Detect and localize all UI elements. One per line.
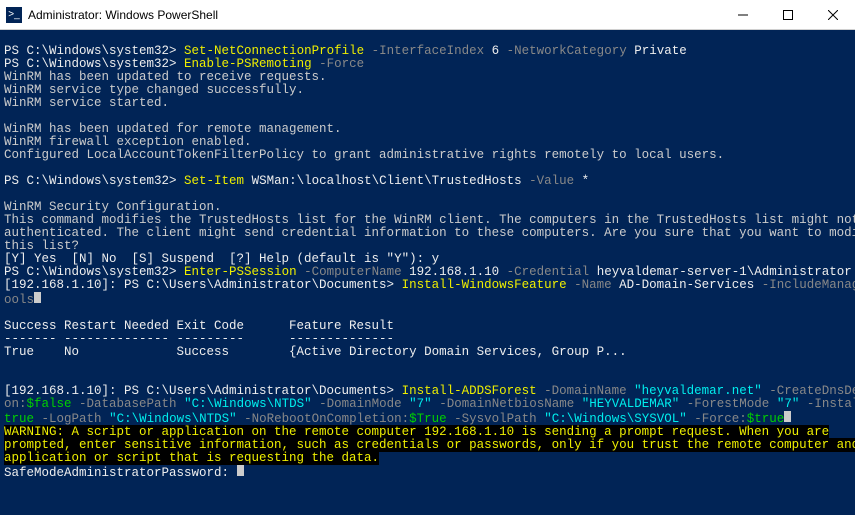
remote-prompt: [192.168.1.10]: PS C:\Users\Administrato… — [4, 278, 394, 292]
value: "C:\Windows\SYSVOL" — [544, 412, 687, 426]
output-line: Configured LocalAccountTokenFilterPolicy… — [4, 148, 724, 162]
table-row: True No Success {Active Directory Domain… — [4, 345, 627, 359]
output-line: WinRM service type changed successfully. — [4, 83, 304, 97]
output-line: authenticated. The client might send cre… — [4, 226, 855, 240]
param: -DatabasePath — [79, 397, 177, 411]
value: "7" — [409, 397, 432, 411]
param: -NoRebootOnCompletion: — [244, 412, 409, 426]
value: "HEYVALDEMAR" — [582, 397, 680, 411]
cursor-icon — [237, 465, 244, 476]
remote-prompt: [192.168.1.10]: PS C:\Users\Administrato… — [4, 384, 394, 398]
output-line: This command modifies the TrustedHosts l… — [4, 213, 855, 227]
output-line: this list? — [4, 239, 79, 253]
output-line: WinRM service started. — [4, 96, 169, 110]
table-header: Success Restart Needed Exit Code Feature… — [4, 319, 394, 333]
cmdlet: Install-WindowsFeature — [402, 278, 567, 292]
output-line: WinRM Security Configuration. — [4, 200, 222, 214]
value: "heyvaldemar.net" — [634, 384, 762, 398]
prompt: PS C:\Windows\system32> — [4, 44, 177, 58]
param: -Value — [529, 174, 574, 188]
param: -InterfaceIndex — [372, 44, 485, 58]
param: -InstallDns: — [807, 397, 855, 411]
value: $false — [27, 397, 72, 411]
value: $true — [747, 412, 785, 426]
value: heyvaldemar-server-1\Administrator — [597, 265, 852, 279]
minimize-button[interactable] — [720, 0, 765, 29]
value: * — [582, 174, 590, 188]
value: 192.168.1.10 — [409, 265, 499, 279]
value: "C:\Windows\NTDS" — [109, 412, 237, 426]
output-line: [Y] Yes [N] No [S] Suspend [?] Help (def… — [4, 252, 439, 266]
param: -CreateDnsDelegati — [769, 384, 855, 398]
cursor-icon — [784, 411, 791, 422]
value: 6 — [492, 44, 500, 58]
param: -Name — [574, 278, 612, 292]
param: -DomainName — [544, 384, 627, 398]
param: -Force: — [694, 412, 747, 426]
value: AD-Domain-Services — [619, 278, 754, 292]
value: $True — [409, 412, 447, 426]
warning-line: prompted, enter sensitive information, s… — [4, 438, 855, 452]
window-title: Administrator: Windows PowerShell — [28, 8, 720, 22]
param: -IncludeManagementT — [762, 278, 855, 292]
cursor-icon — [34, 292, 41, 303]
value-wrap: true — [4, 412, 34, 426]
param-wrap: on: — [4, 397, 27, 411]
value: WSMan:\localhost\Client\TrustedHosts — [252, 174, 522, 188]
table-separator: ------- -------------- --------- -------… — [4, 332, 394, 346]
param: -Credential — [507, 265, 590, 279]
param: -SysvolPath — [454, 412, 537, 426]
param: -DomainNetbiosName — [439, 397, 574, 411]
param: -Force — [319, 57, 364, 71]
titlebar: >_ Administrator: Windows PowerShell — [0, 0, 855, 30]
prompt: PS C:\Windows\system32> — [4, 265, 177, 279]
close-button[interactable] — [810, 0, 855, 29]
warning-line: application or script that is requesting… — [4, 451, 379, 465]
output-line: WinRM has been updated for remote manage… — [4, 122, 342, 136]
value: "7" — [777, 397, 800, 411]
warning-line: WARNING: A script or application on the … — [4, 425, 829, 439]
param: -DomainMode — [319, 397, 402, 411]
param: -ForestMode — [687, 397, 770, 411]
value: Private — [634, 44, 687, 58]
param-wrap: ools — [4, 293, 34, 307]
prompt: PS C:\Windows\system32> — [4, 174, 177, 188]
cmdlet: Enter-PSSession — [184, 265, 297, 279]
param: -ComputerName — [304, 265, 402, 279]
prompt: PS C:\Windows\system32> — [4, 57, 177, 71]
cmdlet: Install-ADDSForest — [402, 384, 537, 398]
password-prompt: SafeModeAdministratorPassword: — [4, 466, 237, 480]
output-line: WinRM has been updated to receive reques… — [4, 70, 327, 84]
powershell-icon: >_ — [6, 7, 22, 23]
param: -LogPath — [42, 412, 102, 426]
maximize-button[interactable] — [765, 0, 810, 29]
cmdlet: Enable-PSRemoting — [184, 57, 312, 71]
param: -NetworkCategory — [507, 44, 627, 58]
value: "C:\Windows\NTDS" — [184, 397, 312, 411]
terminal-output[interactable]: PS C:\Windows\system32> Set-NetConnectio… — [0, 30, 855, 515]
cmdlet: Set-Item — [184, 174, 244, 188]
cmdlet: Set-NetConnectionProfile — [184, 44, 364, 58]
window-buttons — [720, 0, 855, 29]
output-line: WinRM firewall exception enabled. — [4, 135, 252, 149]
